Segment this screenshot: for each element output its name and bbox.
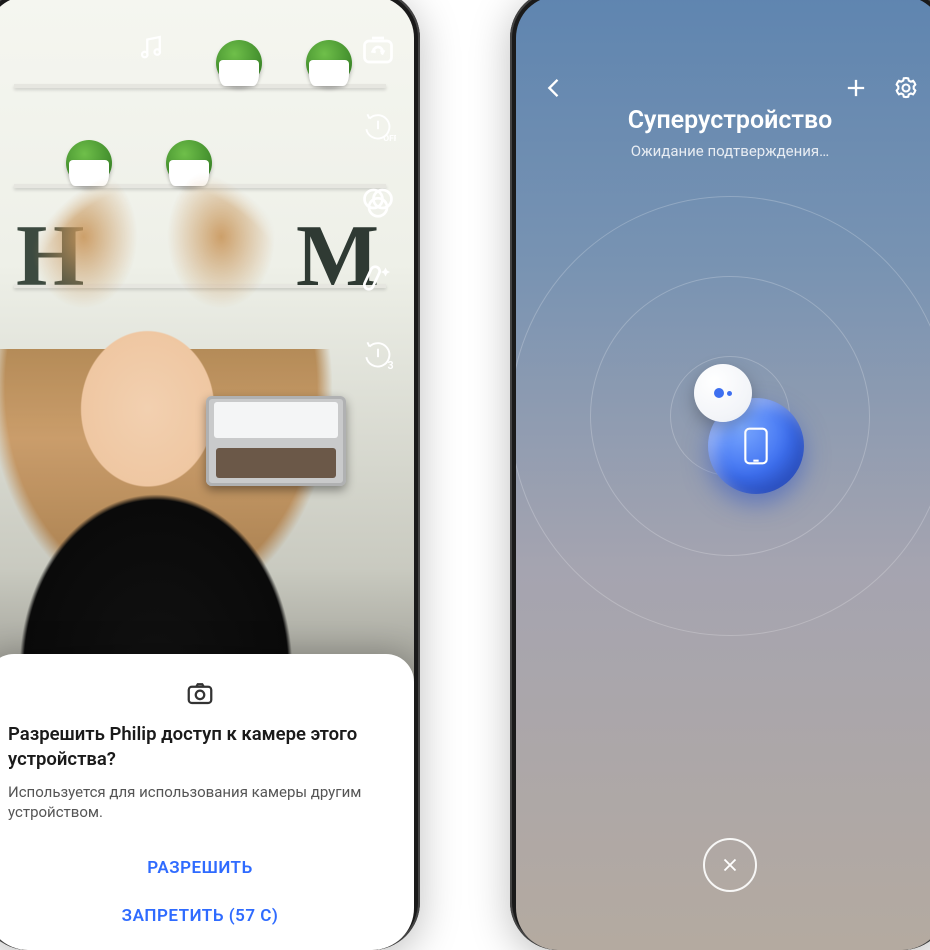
super-device-background: Суперустройство Ожидание подтверждения… [516,0,930,950]
secondary-device-orb[interactable] [694,364,752,422]
add-icon[interactable] [842,74,870,102]
camera-viewfinder: H M [0,0,414,950]
camera-app-screen: H M [0,0,414,950]
dialog-title: Разрешить Philip доступ к камере этого у… [8,722,392,772]
device-radar [516,156,930,676]
page-title: Суперустройство [516,106,930,135]
svg-text:3: 3 [388,359,394,372]
header-bar [516,74,930,102]
deny-button[interactable]: ЗАПРЕТИТЬ (57 C) [8,892,392,940]
music-icon[interactable] [136,32,166,62]
super-device-screen: Суперустройство Ожидание подтверждения… [516,0,930,950]
phone-frame-right: Суперустройство Ожидание подтверждения… [510,0,930,950]
allow-button[interactable]: РАЗРЕШИТЬ [8,844,392,892]
filters-icon[interactable] [360,184,396,220]
back-icon[interactable] [540,74,568,102]
close-button[interactable] [703,838,757,892]
dialog-description: Используется для использования камеры др… [8,782,392,823]
settings-icon[interactable] [892,74,920,102]
camera-controls-rail: OFF 3 [360,32,396,372]
phone-frame-left: H M [0,0,420,950]
svg-text:OFF: OFF [383,134,396,144]
timer-3s-icon[interactable]: 3 [360,336,396,372]
beauty-wand-icon[interactable] [360,260,396,296]
timer-off-icon[interactable]: OFF [360,108,396,144]
switch-camera-icon[interactable] [360,32,396,68]
permission-dialog: Разрешить Philip доступ к камере этого у… [0,654,414,950]
camera-icon [185,678,215,708]
